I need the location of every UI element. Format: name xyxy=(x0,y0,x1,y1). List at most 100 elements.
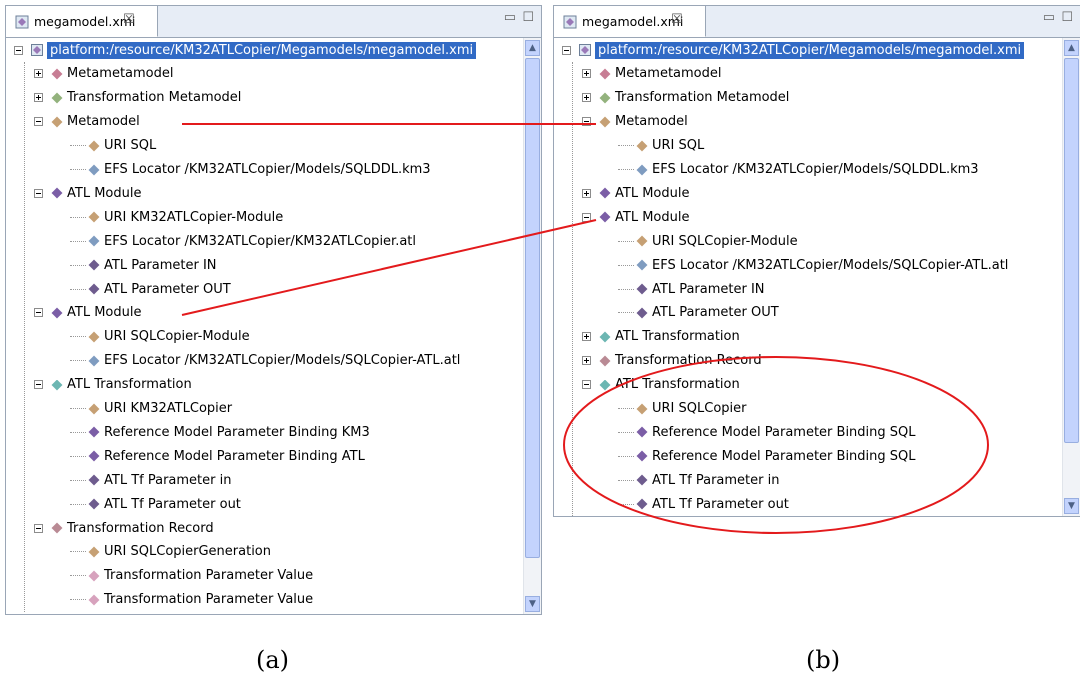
collapse-icon[interactable] xyxy=(34,117,43,127)
collapse-icon[interactable] xyxy=(34,380,43,390)
tree-item[interactable]: ATL Tf Parameter in xyxy=(70,468,231,492)
scroll-up-icon[interactable]: ▲ xyxy=(525,40,540,56)
expand-icon[interactable] xyxy=(582,332,591,342)
collapse-icon[interactable] xyxy=(582,117,591,127)
tree-item[interactable]: ATL Module xyxy=(34,181,141,205)
tree-item[interactable]: URI SQL xyxy=(618,134,704,158)
tree-item-label: URI SQL xyxy=(104,138,157,154)
tree-item[interactable]: ATL Parameter OUT xyxy=(618,301,779,325)
tree-item[interactable]: ATL Module xyxy=(582,181,689,205)
tree-item[interactable]: Metametamodel xyxy=(34,62,173,86)
tree-view[interactable]: platform:/resource/KM32ATLCopier/Megamod… xyxy=(6,38,541,614)
tree-item[interactable]: ATL Module xyxy=(34,301,141,325)
expand-icon[interactable] xyxy=(582,93,591,103)
tree-item[interactable]: Transformation Record xyxy=(34,516,214,540)
vertical-scrollbar[interactable]: ▲ ▼ xyxy=(1062,38,1080,516)
maximize-icon[interactable]: ☐ xyxy=(522,10,534,25)
collapse-icon[interactable] xyxy=(562,45,571,55)
scroll-down-icon[interactable]: ▼ xyxy=(1064,498,1079,514)
expand-icon[interactable] xyxy=(582,356,591,366)
tree-item[interactable]: EFS Locator /KM32ATLCopier/Models/SQLCop… xyxy=(618,253,1008,277)
tree-item[interactable]: URI SQLCopier-Module xyxy=(618,229,798,253)
tree-item[interactable]: Transformation Parameter Value xyxy=(70,564,313,588)
collapse-icon[interactable] xyxy=(34,523,43,533)
scrollbar-thumb[interactable] xyxy=(525,58,540,558)
tab-megamodel-xmi[interactable]: megamodel.xmi ☒ xyxy=(554,6,706,37)
tree-item-label: ATL Tf Parameter out xyxy=(104,496,241,512)
tree-item[interactable]: ATL Tf Parameter out xyxy=(70,492,241,516)
tree-item[interactable]: Metamodel xyxy=(582,110,688,134)
tree-item[interactable]: URI SQLCopierGeneration xyxy=(70,540,271,564)
tree-item-label: Transformation Parameter Value xyxy=(104,568,314,584)
tree-item[interactable]: ATL Parameter IN xyxy=(618,277,765,301)
tree-item[interactable]: ATL Module xyxy=(582,205,689,229)
tree-item[interactable]: EFS Locator /KM32ATLCopier/Models/SQLCop… xyxy=(70,349,460,373)
element-icon xyxy=(88,569,100,582)
expand-icon[interactable] xyxy=(582,69,591,79)
expand-icon[interactable] xyxy=(34,93,43,103)
tree-item[interactable]: Transformation Metamodel xyxy=(34,86,241,110)
tree-item[interactable]: Transformation Parameter Value xyxy=(70,588,313,612)
close-icon[interactable]: ☒ xyxy=(671,12,683,27)
tree-item[interactable]: URI KM32ATLCopier-Module xyxy=(70,205,283,229)
tree-item-label: ATL Parameter IN xyxy=(652,281,765,297)
tree-item[interactable]: Reference Model Parameter Binding KM3 xyxy=(70,420,370,444)
element-icon xyxy=(51,91,63,104)
minimize-icon[interactable]: ▭ xyxy=(1043,10,1055,25)
collapse-icon[interactable] xyxy=(34,308,43,318)
tree-root-item[interactable]: platform:/resource/KM32ATLCopier/Megamod… xyxy=(14,38,477,62)
tree-item-label: ATL Parameter OUT xyxy=(104,281,231,297)
vertical-scrollbar[interactable]: ▲ ▼ xyxy=(523,38,541,614)
tree-item[interactable]: Metametamodel xyxy=(582,62,721,86)
scroll-up-icon[interactable]: ▲ xyxy=(1064,40,1079,56)
tree-item[interactable]: ATL Transformation xyxy=(34,373,192,397)
tree-branch-line xyxy=(70,455,86,457)
element-icon xyxy=(88,450,100,463)
scroll-down-icon[interactable]: ▼ xyxy=(525,596,540,612)
tree-item[interactable]: ATL Parameter IN xyxy=(70,253,217,277)
element-icon xyxy=(51,115,63,128)
tree-item[interactable]: Transformation Record xyxy=(582,349,762,373)
collapse-icon[interactable] xyxy=(34,188,43,198)
tree-item[interactable]: ATL Parameter OUT xyxy=(70,277,231,301)
tree-branch-line xyxy=(70,216,86,218)
tree-item[interactable]: Reference Model Parameter Binding ATL xyxy=(70,444,365,468)
tree-item[interactable]: EFS Locator /KM32ATLCopier/Models/SQLDDL… xyxy=(618,158,979,182)
collapse-icon[interactable] xyxy=(582,212,591,222)
element-icon xyxy=(599,211,611,224)
element-icon xyxy=(636,139,648,152)
expand-icon[interactable] xyxy=(582,188,591,198)
element-icon xyxy=(599,91,611,104)
tree-item[interactable]: EFS Locator /KM32ATLCopier/Models/SQLDDL… xyxy=(70,158,431,182)
tree-item[interactable]: Reference Model Parameter Binding SQL xyxy=(618,444,916,468)
tree-item[interactable]: ATL Tf Parameter out xyxy=(618,492,789,516)
tree-item[interactable]: URI SQL xyxy=(70,134,156,158)
collapse-icon[interactable] xyxy=(582,380,591,390)
close-icon[interactable]: ☒ xyxy=(123,12,135,27)
expand-icon[interactable] xyxy=(34,69,43,79)
element-icon xyxy=(88,259,100,272)
element-icon xyxy=(636,498,648,511)
tree-root-item[interactable]: platform:/resource/KM32ATLCopier/Megamod… xyxy=(562,38,1025,62)
tree-item[interactable]: URI SQLCopier-Module xyxy=(70,325,250,349)
element-icon xyxy=(636,283,648,295)
tree-branch-line xyxy=(70,145,86,147)
tree-item[interactable]: Metamodel xyxy=(34,110,140,134)
tab-megamodel-xmi[interactable]: megamodel.xmi ☒ xyxy=(6,6,158,37)
scrollbar-thumb[interactable] xyxy=(1064,58,1079,443)
tree-item[interactable]: ATL Transformation xyxy=(582,373,740,397)
collapse-icon[interactable] xyxy=(14,45,23,55)
minimize-icon[interactable]: ▭ xyxy=(504,10,516,25)
tree-item[interactable]: URI SQLCopier xyxy=(618,397,746,421)
tree-item[interactable]: URI KM32ATLCopier xyxy=(70,397,232,421)
tree-item[interactable]: EFS Locator /KM32ATLCopier/KM32ATLCopier… xyxy=(70,229,416,253)
tree-item[interactable]: ATL Transformation xyxy=(582,325,740,349)
tree-item[interactable]: Transformation Metamodel xyxy=(582,86,789,110)
element-icon xyxy=(636,235,648,248)
tree-view[interactable]: platform:/resource/KM32ATLCopier/Megamod… xyxy=(554,38,1080,516)
maximize-icon[interactable]: ☐ xyxy=(1061,10,1073,25)
tree-item-label: EFS Locator /KM32ATLCopier/Models/SQLCop… xyxy=(652,257,1009,273)
tree-item[interactable]: ATL Tf Parameter in xyxy=(618,468,779,492)
tree-item[interactable]: Reference Model Parameter Binding SQL xyxy=(618,420,916,444)
tree-item-label: ATL Parameter IN xyxy=(104,257,217,273)
